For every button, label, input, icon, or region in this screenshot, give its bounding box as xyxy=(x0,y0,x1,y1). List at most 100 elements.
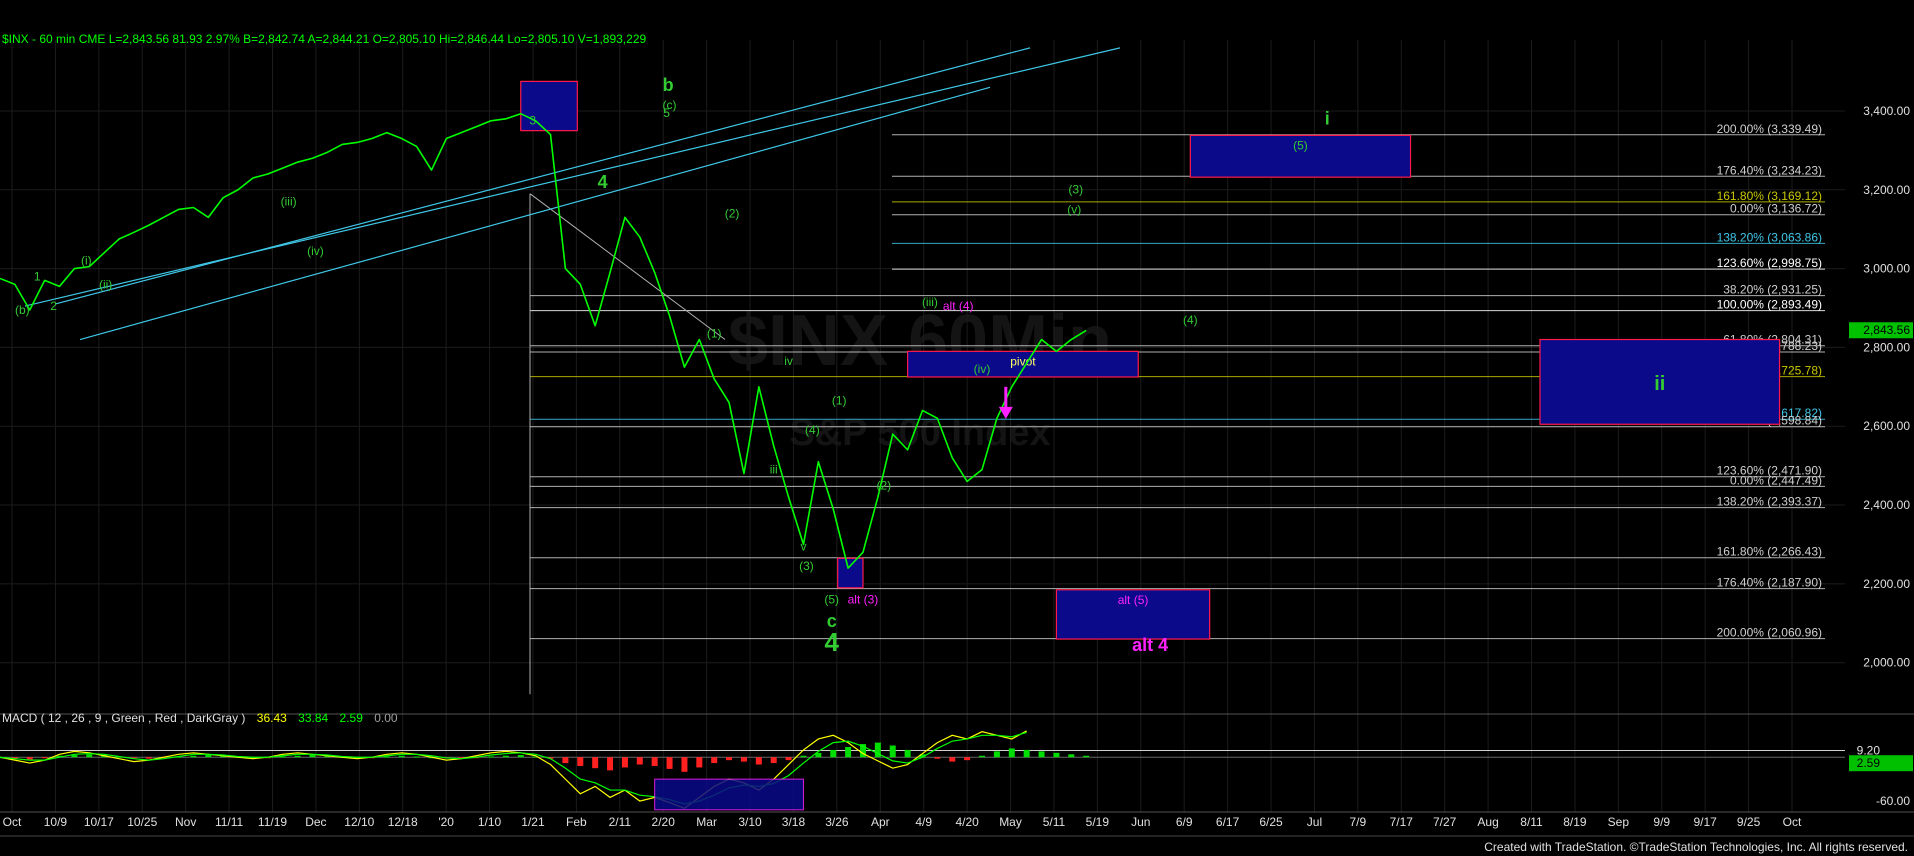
time-tick-label: 4/9 xyxy=(915,815,932,829)
wave-label: iii xyxy=(770,463,778,477)
time-tick-label: 12/10 xyxy=(344,815,374,829)
macd-histogram-bar xyxy=(964,757,971,761)
macd-histogram-bar xyxy=(904,749,911,758)
time-tick-label: 5/11 xyxy=(1043,815,1066,829)
time-tick-label: '20 xyxy=(438,815,454,829)
macd-tick-label: -60.00 xyxy=(1876,794,1910,808)
wave-label: b xyxy=(663,75,674,95)
macd-histogram-bar xyxy=(621,757,628,768)
time-tick-label: 6/17 xyxy=(1216,815,1240,829)
wave-label: (iv) xyxy=(974,362,991,376)
macd-histogram-bar xyxy=(993,751,1000,758)
macd-histogram-bar xyxy=(934,757,941,759)
time-tick-label: 7/9 xyxy=(1350,815,1367,829)
time-tick-label: 7/17 xyxy=(1390,815,1414,829)
macd-histogram-bar xyxy=(294,755,301,758)
time-tick-label: Dec xyxy=(305,815,326,829)
time-tick-label: 6/25 xyxy=(1259,815,1283,829)
macd-histogram-bar xyxy=(383,756,390,758)
macd-histogram-bar xyxy=(86,754,93,758)
wave-label: (iii) xyxy=(922,295,938,309)
macd-histogram-bar xyxy=(1008,748,1015,758)
price-tick-label: 3,200.00 xyxy=(1863,183,1910,197)
time-tick-label: 8/11 xyxy=(1520,815,1543,829)
macd-histogram-bar xyxy=(71,755,78,758)
time-tick-label: Feb xyxy=(566,815,587,829)
fib-level-label: 138.20% (3,063.86) xyxy=(1717,230,1822,244)
price-tick-label: 2,600.00 xyxy=(1863,419,1910,433)
macd-histogram-bar xyxy=(1083,755,1090,758)
price-tick-label: 2,000.00 xyxy=(1863,656,1910,670)
time-tick-label: 6/9 xyxy=(1176,815,1193,829)
fib-level-label: 161.80% (2,266.43) xyxy=(1717,545,1822,559)
target-box xyxy=(837,557,864,589)
fib-level-label: 200.00% (3,339.49) xyxy=(1717,122,1822,136)
macd-diff-value: 2.59 xyxy=(339,711,363,725)
price-tick-label: 2,200.00 xyxy=(1863,577,1910,591)
macd-last-label: 2.59 xyxy=(1857,756,1881,770)
time-tick-label: 5/19 xyxy=(1086,815,1110,829)
time-tick-label: 11/19 xyxy=(258,815,287,829)
macd-histogram-bar xyxy=(190,755,197,758)
fib-level-label: 0.00% (2,447.49) xyxy=(1730,473,1822,487)
time-tick-label: Nov xyxy=(175,815,196,829)
title-bar xyxy=(0,0,1914,28)
macd-signal-value: 33.84 xyxy=(298,711,329,725)
wave-label: (b) xyxy=(15,303,30,317)
macd-histogram-bar xyxy=(681,757,688,772)
target-box-label: (5) xyxy=(1293,138,1308,152)
macd-divergence-box xyxy=(654,778,804,811)
macd-histogram-bar xyxy=(830,749,837,758)
price-tick-label: 2,400.00 xyxy=(1863,498,1910,512)
macd-histogram-bar xyxy=(755,757,762,765)
fib-level-label: 0.00% (3,136.72) xyxy=(1730,202,1822,216)
wave-label: 2 xyxy=(50,299,57,313)
price-chart: $INX 60Min S&P 500 Index 200.00% (3,339.… xyxy=(0,0,1914,856)
wave-label: iv xyxy=(784,354,793,368)
wave-label: (ii) xyxy=(99,277,112,291)
macd-histogram-bar xyxy=(785,757,792,761)
time-tick-label: Jun xyxy=(1131,815,1150,829)
wave-label: (1) xyxy=(832,394,847,408)
fib-level-label: 138.20% (2,393.37) xyxy=(1717,495,1822,509)
wave-label: (3) xyxy=(799,559,814,573)
macd-histogram-bar xyxy=(949,757,956,762)
wave-label: (1) xyxy=(707,327,722,341)
wave-label: (5) xyxy=(824,593,839,607)
time-tick-label: 7/27 xyxy=(1433,815,1457,829)
macd-histogram-bar xyxy=(398,755,405,758)
macd-histogram-bar xyxy=(1023,749,1030,758)
time-tick-label: 2/20 xyxy=(652,815,676,829)
time-tick-label: 11/11 xyxy=(215,815,244,829)
target-box-label: pivot xyxy=(1010,354,1036,368)
macd-histogram-bar xyxy=(1053,752,1060,758)
macd-histogram-bar xyxy=(26,757,33,760)
time-tick-label: Apr xyxy=(871,815,890,829)
time-tick-label: Oct xyxy=(3,815,22,829)
macd-histogram-bar xyxy=(577,757,584,766)
wave-label: alt (3) xyxy=(848,593,879,607)
macd-histogram-bar xyxy=(889,745,896,758)
time-tick-label: 9/25 xyxy=(1737,815,1761,829)
macd-histogram-bar xyxy=(740,757,747,762)
wave-label: alt 4 xyxy=(1132,635,1168,655)
time-tick-label: Oct xyxy=(1783,815,1802,829)
wave-label: 3 xyxy=(529,114,536,128)
macd-histogram-bar xyxy=(800,755,807,758)
time-tick-label: 10/25 xyxy=(127,815,157,829)
macd-histogram-bar xyxy=(145,757,152,759)
target-box-label: ii xyxy=(1654,373,1665,395)
time-tick-label: 3/26 xyxy=(825,815,849,829)
time-tick-label: 1/21 xyxy=(521,815,545,829)
price-tick-label: 3,400.00 xyxy=(1863,104,1910,118)
wave-label: 5 xyxy=(663,106,670,120)
macd-histogram-bar xyxy=(636,757,643,765)
macd-histogram-bar xyxy=(651,757,658,766)
wave-label: (2) xyxy=(876,478,891,492)
macd-histogram-bar xyxy=(502,755,509,758)
wave-label: (iv) xyxy=(307,244,324,258)
macd-histogram-bar xyxy=(279,756,286,758)
macd-histogram-bar xyxy=(607,757,614,771)
fib-level-label: 100.00% (2,893.49) xyxy=(1717,298,1822,312)
wave-label: (4) xyxy=(1183,313,1198,327)
